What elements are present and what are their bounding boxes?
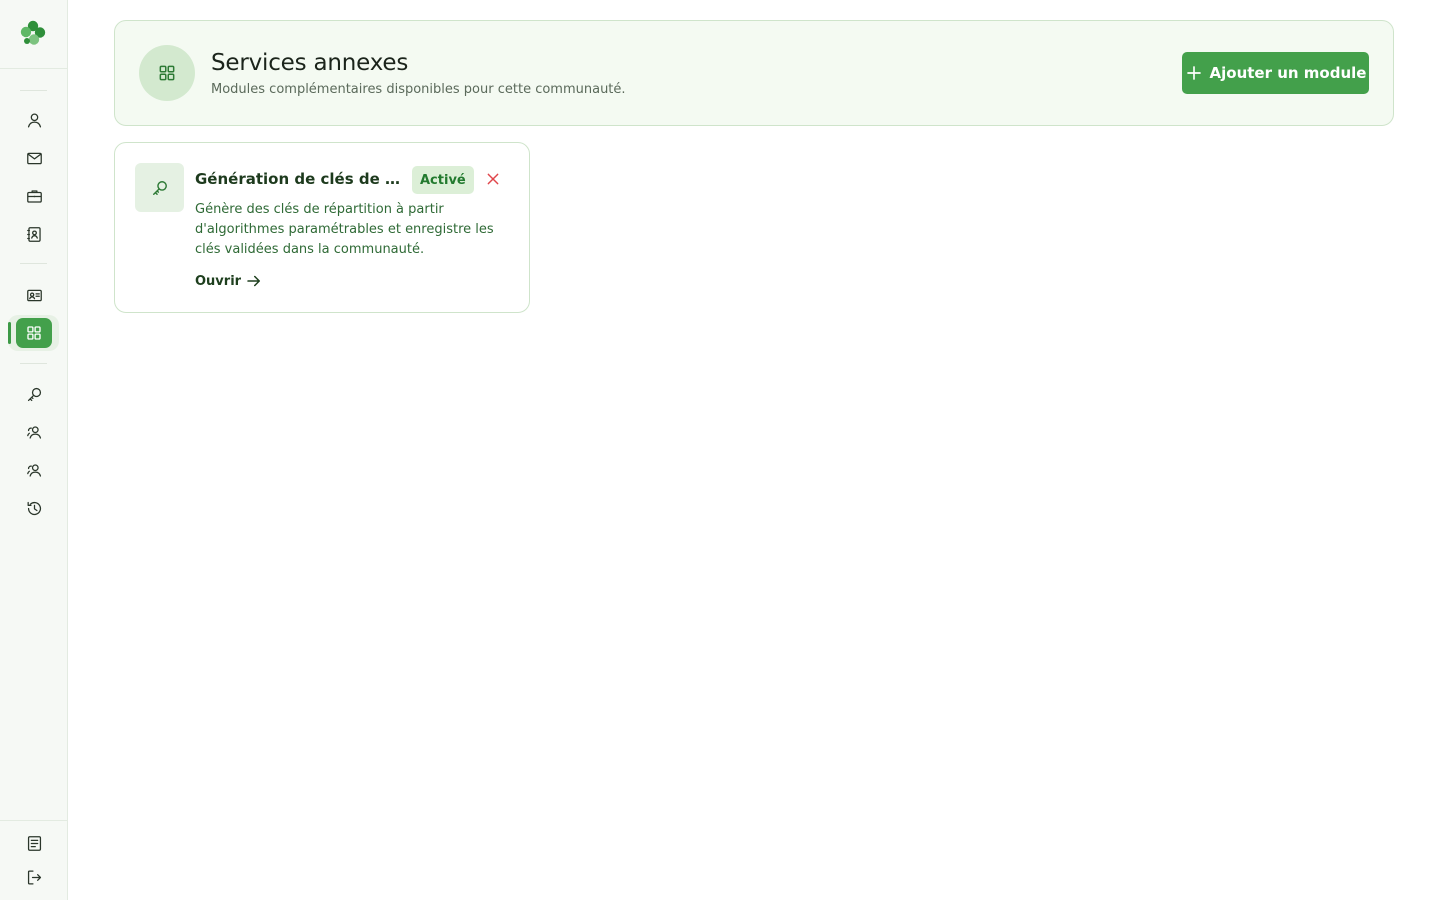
- sidebar: [0, 0, 68, 900]
- history-icon: [27, 501, 41, 515]
- sidebar-separator: [20, 363, 47, 364]
- module-title: Génération de clés de répartition: [195, 170, 405, 188]
- sidebar-item-groups[interactable]: [16, 455, 52, 485]
- sidebar-item-services[interactable]: [16, 318, 52, 348]
- sidebar-item-briefcase[interactable]: [16, 181, 52, 211]
- key-icon: [152, 180, 167, 195]
- sidebar-separator: [20, 263, 47, 264]
- sidebar-item-contacts[interactable]: [16, 219, 52, 249]
- sidebar-item-id-card[interactable]: [16, 280, 52, 310]
- sidebar-item-logout[interactable]: [16, 862, 52, 892]
- module-description: Génère des clés de répartition à partir …: [195, 202, 494, 257]
- sidebar-item-members[interactable]: [16, 417, 52, 447]
- page-title: Services annexes: [211, 50, 409, 76]
- header-icon-wrap: [139, 45, 195, 101]
- remove-module-button[interactable]: [483, 169, 503, 189]
- logout-icon: [27, 870, 41, 884]
- close-icon: [487, 173, 499, 185]
- sidebar-active-indicator: [8, 322, 11, 344]
- clover-logo[interactable]: [18, 18, 48, 48]
- sidebar-divider: [0, 820, 68, 821]
- sidebar-item-keys[interactable]: [16, 379, 52, 409]
- sidebar-item-user[interactable]: [16, 105, 52, 135]
- module-icon-wrap: [135, 163, 184, 212]
- sidebar-item-documents[interactable]: [16, 828, 52, 858]
- document-icon: [27, 835, 41, 851]
- briefcase-icon: [26, 189, 42, 203]
- add-module-button[interactable]: Ajouter un module: [1182, 52, 1369, 94]
- status-badge: Activé: [412, 166, 474, 194]
- open-module-link[interactable]: Ouvrir: [195, 272, 263, 290]
- page-header: Services annexes Modules complémentaires…: [114, 20, 1394, 126]
- sidebar-separator: [20, 90, 47, 91]
- users-icon: [26, 425, 41, 439]
- module-card: Génération de clés de répartition Activé…: [114, 142, 530, 313]
- key-icon: [27, 387, 41, 401]
- grid-icon: [159, 65, 175, 81]
- plus-icon: [1186, 66, 1201, 80]
- mail-icon: [26, 152, 42, 164]
- open-module-label: Ouvrir: [195, 273, 242, 289]
- grid-icon: [27, 326, 41, 340]
- page-subtitle: Modules complémentaires disponibles pour…: [211, 82, 626, 97]
- app-root: Services annexes Modules complémentaires…: [0, 0, 1440, 900]
- sidebar-item-mail[interactable]: [16, 143, 52, 173]
- add-module-label: Ajouter un module: [1209, 64, 1367, 82]
- arrow-right-icon: [247, 275, 261, 287]
- sidebar-item-history[interactable]: [16, 493, 52, 523]
- id-card-icon: [26, 289, 42, 301]
- sidebar-divider: [0, 68, 68, 69]
- contact-book-icon: [26, 226, 41, 242]
- users-alt-icon: [26, 463, 41, 477]
- user-icon: [27, 113, 41, 127]
